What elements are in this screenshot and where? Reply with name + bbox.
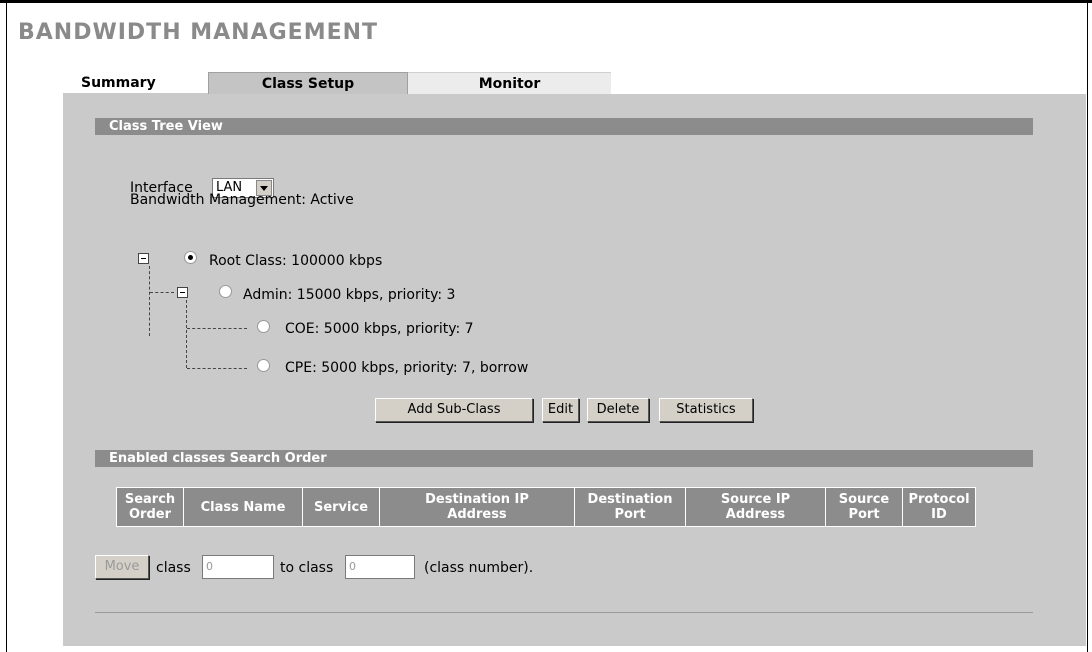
tree-connector bbox=[149, 266, 150, 336]
right-border bbox=[1087, 0, 1088, 652]
coe-class-radio[interactable] bbox=[257, 320, 270, 333]
column-header-source-ip: Source IP Address bbox=[685, 487, 826, 527]
class-label: class bbox=[156, 560, 191, 576]
tree-node-admin: Admin: 15000 kbps, priority: 3 bbox=[243, 287, 456, 303]
add-sub-class-button[interactable]: Add Sub-Class bbox=[375, 398, 533, 422]
class-tree-header: Class Tree View bbox=[95, 118, 1033, 135]
statistics-button[interactable]: Statistics bbox=[659, 398, 753, 422]
tree-connector bbox=[150, 292, 174, 293]
to-class-label: to class bbox=[280, 560, 334, 576]
bandwidth-status: Bandwidth Management: Active bbox=[130, 192, 354, 208]
column-header-class-name: Class Name bbox=[183, 487, 303, 527]
column-header-source-port: Source Port bbox=[825, 487, 903, 527]
tab-monitor[interactable]: Monitor bbox=[408, 72, 611, 94]
tab-summary[interactable]: Summary bbox=[63, 72, 208, 94]
root-class-radio[interactable] bbox=[184, 251, 197, 264]
top-border bbox=[0, 0, 1092, 3]
tree-node-coe: COE: 5000 kbps, priority: 7 bbox=[285, 321, 474, 337]
delete-button[interactable]: Delete bbox=[587, 398, 649, 422]
tree-node-root: Root Class: 100000 kbps bbox=[209, 253, 383, 269]
cpe-class-radio[interactable] bbox=[257, 359, 270, 372]
tab-bar: Summary Class Setup Monitor bbox=[63, 72, 611, 94]
collapse-admin-icon[interactable] bbox=[177, 287, 188, 298]
column-header-service: Service bbox=[302, 487, 380, 527]
edit-button[interactable]: Edit bbox=[542, 398, 579, 422]
table-header-row: Search Order Class Name Service Destinati… bbox=[116, 487, 976, 527]
tab-class-setup[interactable]: Class Setup bbox=[208, 72, 408, 94]
tree-connector bbox=[187, 328, 247, 329]
move-button[interactable]: Move bbox=[95, 555, 149, 579]
from-class-input[interactable]: 0 bbox=[202, 555, 274, 579]
search-order-table: Search Order Class Name Service Destinati… bbox=[116, 487, 976, 527]
admin-class-radio[interactable] bbox=[219, 285, 232, 298]
column-header-destination-port: Destination Port bbox=[574, 487, 686, 527]
column-header-search-order: Search Order bbox=[116, 487, 184, 527]
divider bbox=[95, 612, 1033, 613]
page-title: BANDWIDTH MANAGEMENT bbox=[18, 20, 379, 45]
left-border bbox=[6, 0, 7, 652]
search-order-header: Enabled classes Search Order bbox=[95, 450, 1033, 467]
tree-connector bbox=[187, 368, 247, 369]
column-header-protocol-id: Protocol ID bbox=[902, 487, 976, 527]
column-header-destination-ip: Destination IP Address bbox=[379, 487, 575, 527]
to-class-input[interactable]: 0 bbox=[345, 555, 415, 579]
tree-node-cpe: CPE: 5000 kbps, priority: 7, borrow bbox=[285, 360, 529, 376]
collapse-root-icon[interactable] bbox=[138, 253, 149, 264]
class-number-hint: (class number). bbox=[424, 560, 534, 576]
tree-connector bbox=[186, 300, 187, 368]
